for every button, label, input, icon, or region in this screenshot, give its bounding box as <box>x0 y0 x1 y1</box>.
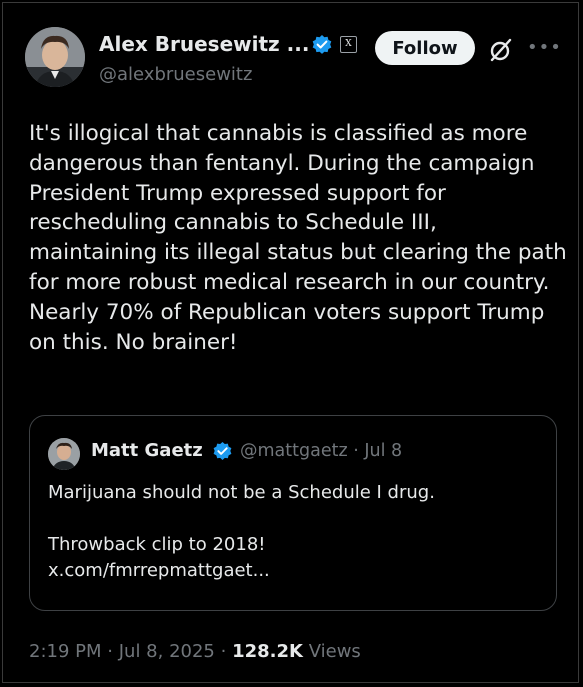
quoted-post[interactable]: Matt Gaetz @mattgaetz · Jul 8 Marijuana … <box>29 415 557 611</box>
author-name[interactable]: Alex Bruesewitz ... <box>99 32 309 56</box>
quoted-post-line: Marijuana should not be a Schedule I dru… <box>48 482 435 503</box>
meta-separator: · <box>353 441 359 461</box>
quoted-author-handle: @mattgaetz <box>240 441 348 461</box>
author-handle[interactable]: @alexbruesewitz <box>99 64 252 85</box>
quoted-post-date: Jul 8 <box>364 441 403 461</box>
quoted-post-meta: @mattgaetz · Jul 8 <box>240 441 402 461</box>
views-count: 128.2K <box>232 641 303 662</box>
quoted-author-avatar <box>48 438 80 470</box>
post-date[interactable]: Jul 8, 2025 <box>119 641 215 662</box>
views-label: Views <box>308 641 361 662</box>
quoted-author-name: Matt Gaetz <box>91 440 203 461</box>
verified-badge-icon <box>312 35 332 54</box>
post-footer: 2:19 PM · Jul 8, 2025 · 128.2K Views <box>29 641 361 662</box>
grok-icon[interactable] <box>487 36 515 64</box>
quoted-post-text: Marijuana should not be a Schedule I dru… <box>48 480 538 584</box>
follow-button[interactable]: Follow <box>375 31 475 65</box>
post-text: It's illogical that cannabis is classifi… <box>29 121 567 355</box>
quoted-verified-badge-icon <box>213 441 232 460</box>
quoted-post-link[interactable]: x.com/fmrrepmattgaet... <box>48 558 538 584</box>
affiliate-x-icon[interactable]: X <box>340 36 357 53</box>
quoted-post-line: Throwback clip to 2018! <box>48 534 266 555</box>
footer-separator: · <box>107 641 113 662</box>
post-header: Alex Bruesewitz ... X @alexbruesewitz Fo… <box>25 27 565 91</box>
post-time[interactable]: 2:19 PM <box>29 641 102 662</box>
more-icon[interactable]: ••• <box>527 37 561 58</box>
footer-separator: · <box>220 641 227 662</box>
author-avatar[interactable] <box>25 27 85 87</box>
post-container: Alex Bruesewitz ... X @alexbruesewitz Fo… <box>2 2 579 683</box>
